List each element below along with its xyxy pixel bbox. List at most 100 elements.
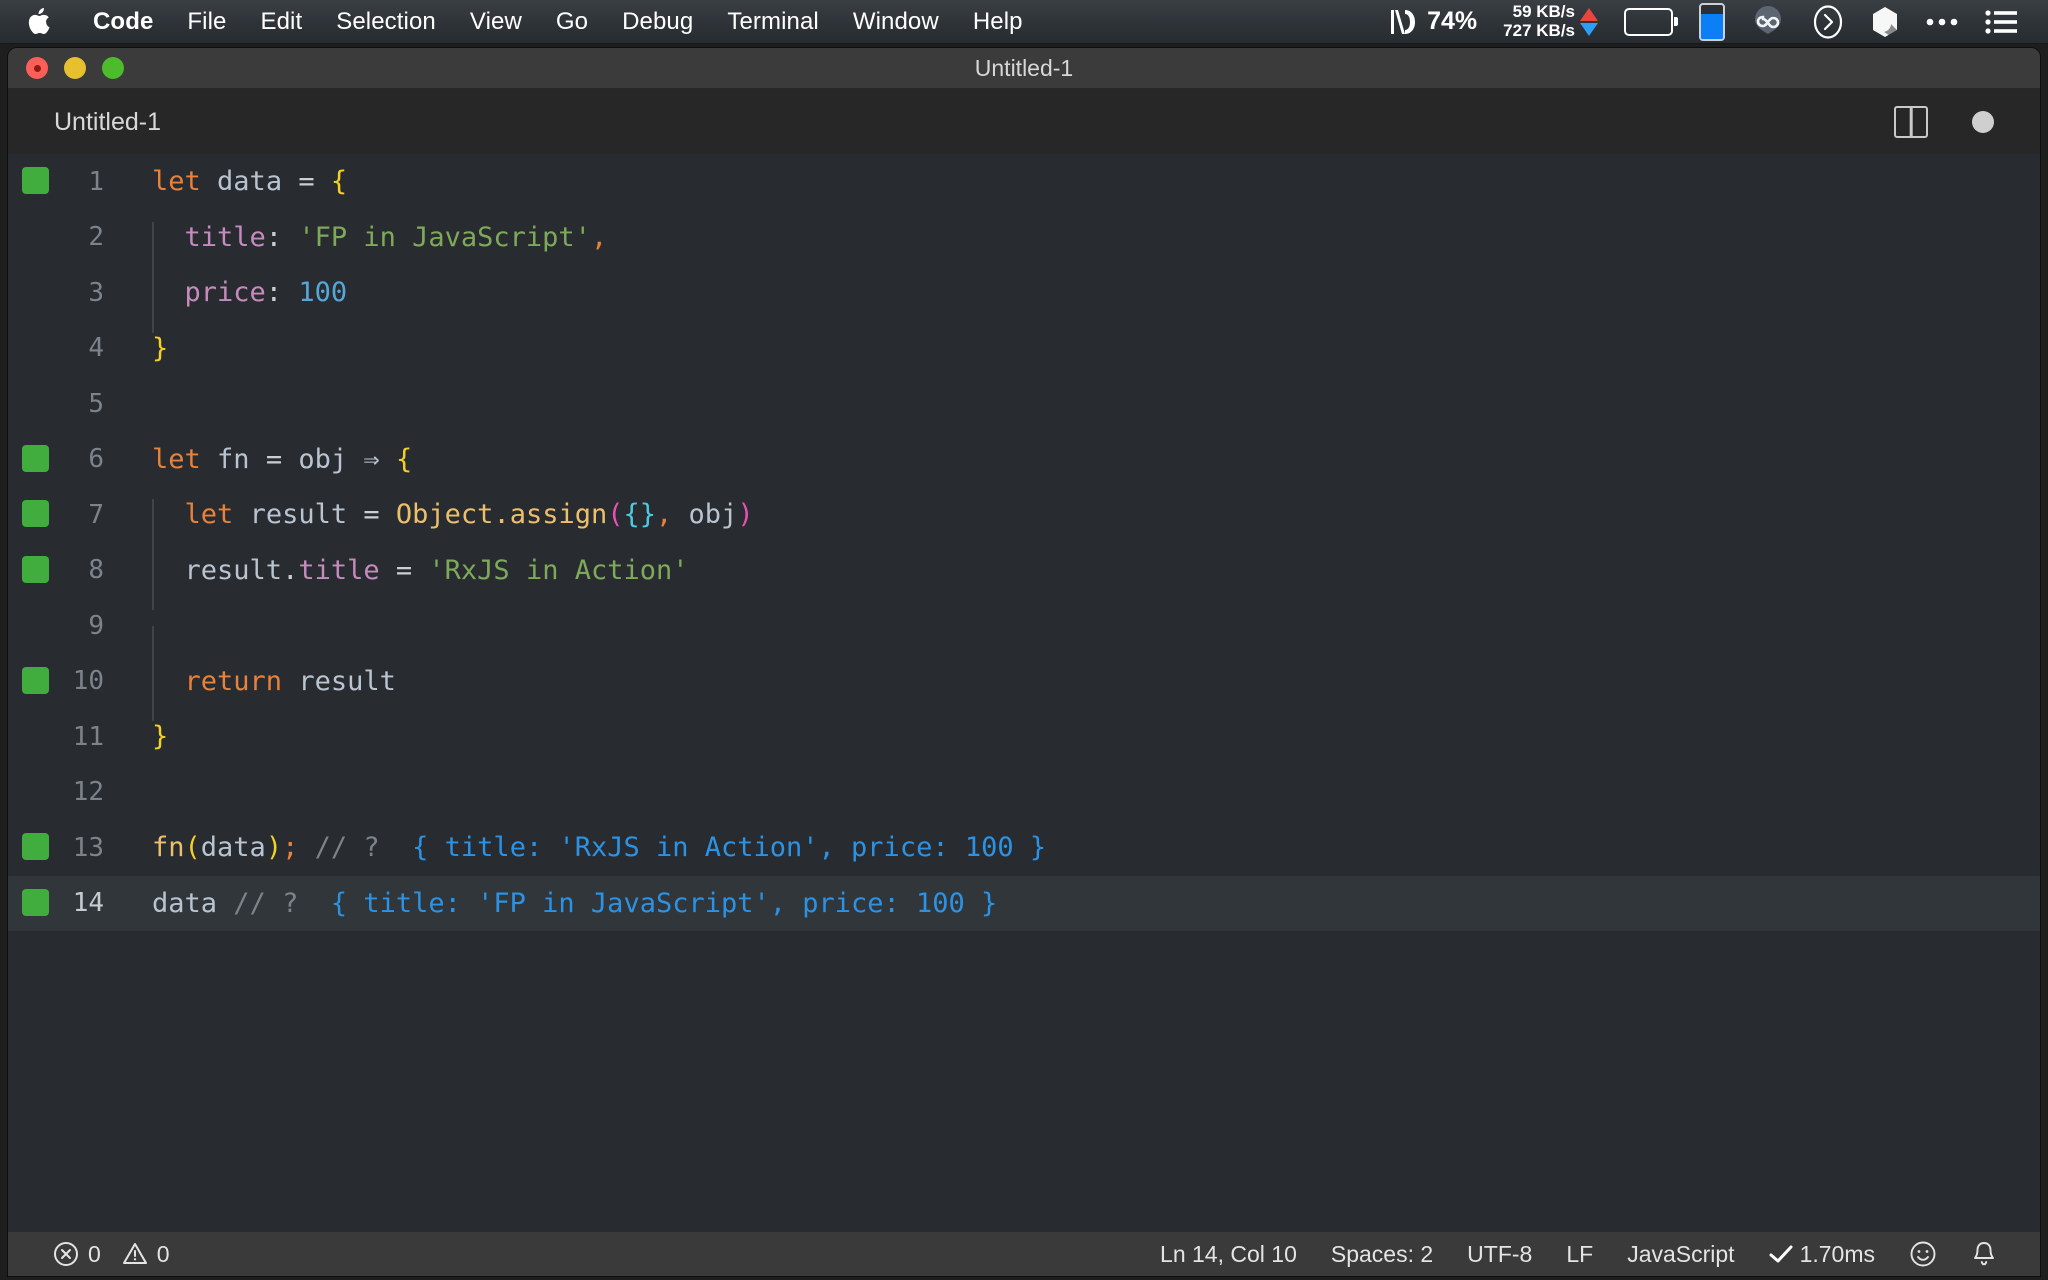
- statusitem-battery[interactable]: [1611, 0, 1686, 44]
- code-line[interactable]: 1let data = {: [8, 154, 2040, 210]
- statusitem-control-center[interactable]: [1972, 0, 2030, 44]
- close-button[interactable]: [26, 57, 48, 79]
- code-token: [282, 666, 298, 697]
- statusitem-shape[interactable]: [1858, 0, 1912, 44]
- network-speed-values: 59 KB/s 727 KB/s: [1503, 3, 1575, 40]
- menu-window[interactable]: Window: [836, 10, 956, 34]
- code-text: title: 'FP in JavaScript',: [136, 222, 2040, 253]
- code-line[interactable]: 2 title: 'FP in JavaScript',: [8, 210, 2040, 266]
- line-number: 5: [8, 389, 136, 419]
- status-problems[interactable]: 0 0: [36, 1232, 187, 1276]
- statusitem-terminal[interactable]: [1798, 0, 1858, 44]
- status-bar: 0 0 Ln 14, Col 10 Spaces: 2 UTF-8 LF Jav…: [8, 1232, 2040, 1276]
- code-text: }: [136, 333, 2040, 364]
- code-token: [672, 499, 688, 530]
- status-quokka-time[interactable]: 1.70ms: [1752, 1232, 1892, 1276]
- code-line[interactable]: 4}: [8, 321, 2040, 377]
- code-line[interactable]: 7 let result = Object.assign({}, obj): [8, 487, 2040, 543]
- code-line[interactable]: 13fn(data); // ? { title: 'RxJS in Actio…: [8, 820, 2040, 876]
- code-line[interactable]: 11}: [8, 709, 2040, 765]
- menu-selection[interactable]: Selection: [319, 10, 453, 34]
- circle-chevron-icon: [1811, 5, 1845, 39]
- check-icon: [1769, 1244, 1793, 1264]
- menu-terminal[interactable]: Terminal: [710, 10, 836, 34]
- network-upload-label: 59 KB/s: [1513, 3, 1575, 21]
- code-token: =: [298, 166, 314, 197]
- status-cursor-position[interactable]: Ln 14, Col 10: [1143, 1232, 1314, 1276]
- warning-triangle-icon: [122, 1241, 148, 1267]
- code-token: [380, 832, 413, 863]
- code-token: =: [266, 444, 282, 475]
- menu-go[interactable]: Go: [539, 10, 605, 34]
- dropbox-cloud-icon: [1751, 6, 1785, 38]
- status-encoding[interactable]: UTF-8: [1450, 1232, 1549, 1276]
- editor-actions: [1894, 106, 2040, 138]
- coverage-marker-icon: [22, 667, 49, 694]
- macos-menubar: Code File Edit Selection View Go Debug T…: [0, 0, 2048, 44]
- status-feedback[interactable]: [1892, 1232, 1954, 1276]
- menu-edit[interactable]: Edit: [243, 10, 319, 34]
- coverage-marker-icon: [22, 833, 49, 860]
- code-token: {}: [624, 499, 657, 530]
- status-notifications[interactable]: [1954, 1232, 2014, 1276]
- code-lines: 1let data = {2 title: 'FP in JavaScript'…: [8, 154, 2040, 931]
- minimize-button[interactable]: [64, 57, 86, 79]
- code-line[interactable]: 14data // ? { title: 'FP in JavaScript',…: [8, 876, 2040, 932]
- menu-debug[interactable]: Debug: [605, 10, 710, 34]
- blue-gauge-icon: [1699, 3, 1725, 41]
- code-line[interactable]: 3 price: 100: [8, 265, 2040, 321]
- status-eol[interactable]: LF: [1549, 1232, 1610, 1276]
- statusitem-more[interactable]: [1912, 0, 1972, 44]
- menu-code[interactable]: Code: [76, 10, 170, 34]
- code-token: [282, 222, 298, 253]
- statusitem-cloud[interactable]: [1738, 0, 1798, 44]
- menu-help[interactable]: Help: [956, 10, 1040, 34]
- statusitem-blue-gauge[interactable]: [1686, 0, 1738, 44]
- statusitem-network-speed[interactable]: 59 KB/s 727 KB/s: [1490, 0, 1611, 44]
- code-line[interactable]: 6let fn = obj ⇒ {: [8, 432, 2040, 488]
- code-token: }: [152, 333, 168, 364]
- status-language-mode[interactable]: JavaScript: [1610, 1232, 1751, 1276]
- code-token: [347, 499, 363, 530]
- statusitem-vd[interactable]: 74%: [1375, 0, 1490, 44]
- code-token: result: [250, 499, 348, 530]
- split-editor-icon[interactable]: [1894, 106, 1928, 138]
- line-number: 3: [8, 278, 136, 308]
- code-line[interactable]: 8 result.title = 'RxJS in Action': [8, 543, 2040, 599]
- code-text: let fn = obj ⇒ {: [136, 444, 2040, 475]
- code-token: [412, 555, 428, 586]
- apple-logo-icon[interactable]: [28, 9, 50, 35]
- editor-tab-untitled-1[interactable]: Untitled-1: [8, 89, 191, 155]
- code-token: obj: [689, 499, 738, 530]
- code-line[interactable]: 9: [8, 598, 2040, 654]
- code-editor[interactable]: 1let data = {2 title: 'FP in JavaScript'…: [8, 154, 2040, 1232]
- code-line[interactable]: 5: [8, 376, 2040, 432]
- line-number: 12: [8, 777, 136, 807]
- code-token: [152, 222, 185, 253]
- editor-tab-label: Untitled-1: [54, 108, 161, 137]
- menu-view[interactable]: View: [453, 10, 539, 34]
- code-token: Object.assign: [396, 499, 607, 530]
- status-indentation[interactable]: Spaces: 2: [1314, 1232, 1450, 1276]
- code-line[interactable]: 12: [8, 765, 2040, 821]
- code-token: ,: [656, 499, 672, 530]
- code-token: 'FP in JavaScript': [298, 222, 591, 253]
- code-token: {: [331, 166, 347, 197]
- code-token: [152, 277, 185, 308]
- code-token: [315, 166, 331, 197]
- code-token: ⇒: [363, 444, 379, 475]
- traffic-lights: [8, 57, 124, 79]
- code-token: ,: [591, 222, 607, 253]
- code-text: let result = Object.assign({}, obj): [136, 499, 2040, 530]
- menubar-status-items: 74% 59 KB/s 727 KB/s: [1375, 0, 2030, 44]
- menu-file[interactable]: File: [170, 10, 243, 34]
- quokka-time-label: 1.70ms: [1800, 1241, 1875, 1268]
- code-line[interactable]: 10 return result: [8, 654, 2040, 710]
- unsaved-dot-icon[interactable]: [1972, 111, 1994, 133]
- code-token: :: [266, 277, 282, 308]
- line-number: 2: [8, 222, 136, 252]
- code-token: obj: [298, 444, 347, 475]
- code-token: [298, 888, 331, 919]
- zoom-button[interactable]: [102, 57, 124, 79]
- code-text: data // ? { title: 'FP in JavaScript', p…: [136, 888, 2040, 919]
